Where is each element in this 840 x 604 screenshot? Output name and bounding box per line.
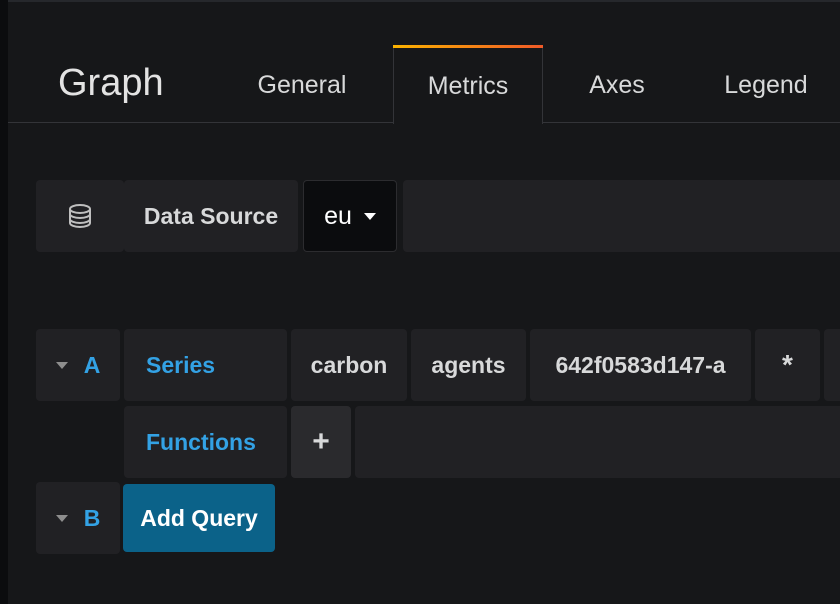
query-b-header[interactable]: B bbox=[36, 482, 120, 554]
metric-segment-wildcard[interactable]: * bbox=[755, 329, 820, 401]
datasource-row-filler bbox=[403, 180, 840, 252]
series-label: Series bbox=[124, 329, 287, 401]
datasource-select[interactable]: eu bbox=[303, 180, 397, 252]
active-tab-indicator bbox=[393, 45, 543, 48]
query-ref-id: B bbox=[83, 504, 101, 531]
functions-row-filler bbox=[355, 406, 840, 478]
metric-segment[interactable]: carbon bbox=[291, 329, 407, 401]
database-icon bbox=[67, 203, 93, 229]
panel-editor: Graph General Metrics Axes Legend Data S… bbox=[0, 0, 840, 604]
metric-segment[interactable]: 642f0583d147-a bbox=[530, 329, 751, 401]
metric-segment[interactable]: agents bbox=[411, 329, 526, 401]
chevron-down-icon bbox=[363, 212, 376, 220]
tab-general[interactable]: General bbox=[228, 48, 376, 123]
tab-metrics-label: Metrics bbox=[427, 71, 509, 100]
datasource-icon-box bbox=[36, 180, 124, 252]
series-row-filler bbox=[824, 329, 840, 401]
panel-type-title: Graph bbox=[58, 62, 164, 104]
query-a-header[interactable]: A bbox=[36, 329, 120, 401]
tab-metrics[interactable]: Metrics bbox=[393, 45, 543, 124]
add-function-button[interactable]: + bbox=[291, 406, 351, 478]
add-query-button[interactable]: Add Query bbox=[123, 484, 275, 552]
functions-label: Functions bbox=[124, 406, 287, 478]
tab-axes[interactable]: Axes bbox=[560, 48, 674, 123]
datasource-value: eu bbox=[324, 201, 352, 230]
left-edge bbox=[0, 0, 8, 604]
query-ref-id: A bbox=[83, 351, 101, 378]
collapse-caret-icon[interactable] bbox=[55, 361, 68, 369]
collapse-caret-icon[interactable] bbox=[55, 514, 68, 522]
tab-legend[interactable]: Legend bbox=[704, 48, 828, 123]
top-divider bbox=[8, 0, 840, 2]
datasource-label: Data Source bbox=[124, 180, 298, 252]
